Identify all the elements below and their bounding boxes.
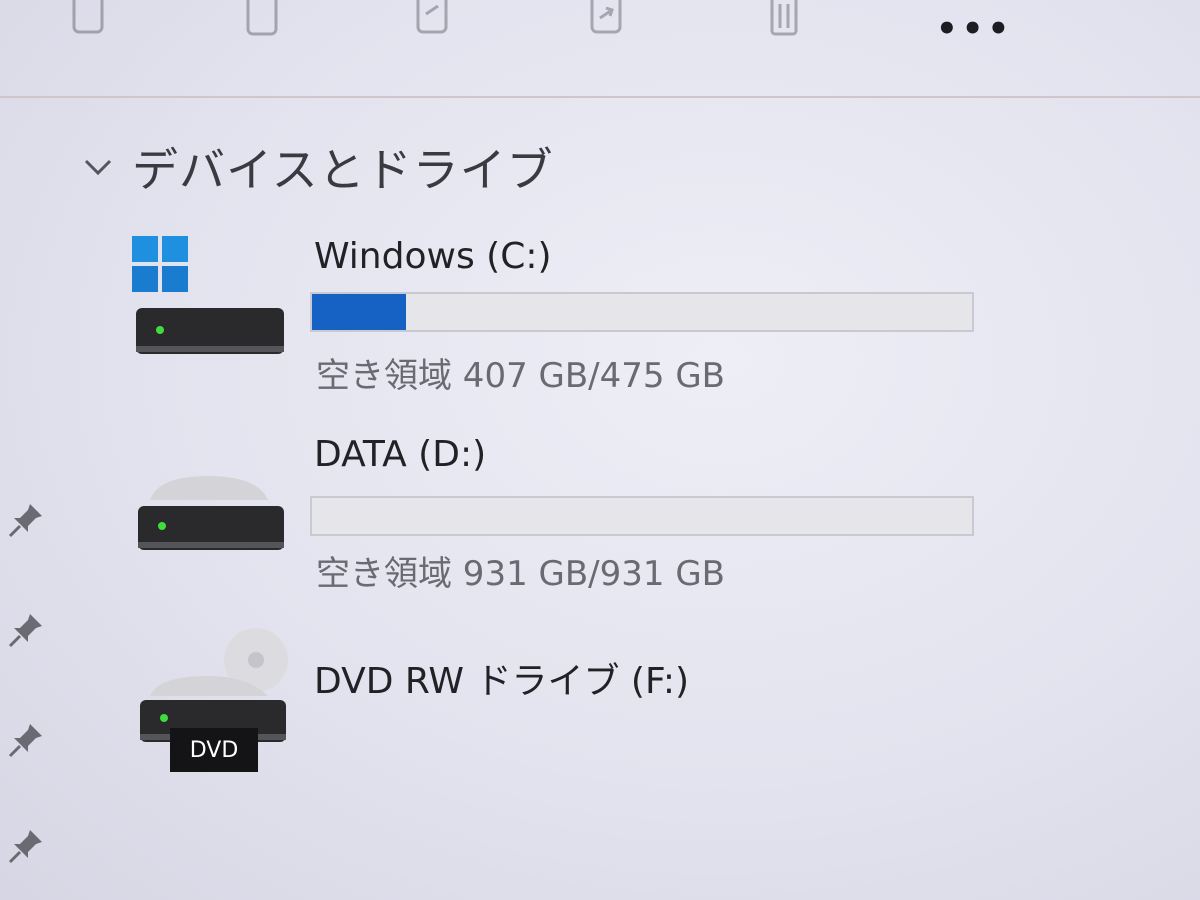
drive-usage-bar (310, 496, 974, 536)
hard-drive-icon (128, 426, 298, 556)
rename-icon[interactable] (414, 0, 450, 38)
command-toolbar: ••• (0, 0, 1200, 98)
drive-name: DVD RW ドライブ (F:) (314, 661, 690, 702)
drive-free-space: 空き領域 407 GB/475 GB (316, 356, 726, 396)
windows-drive-icon (128, 228, 298, 358)
share-icon[interactable] (588, 0, 624, 38)
drive-usage-bar (310, 292, 974, 332)
pin-icon[interactable] (6, 826, 46, 866)
delete-icon[interactable] (766, 0, 802, 38)
pin-icon[interactable] (6, 500, 46, 540)
chevron-down-icon[interactable] (80, 149, 116, 185)
drive-free-space: 空き領域 931 GB/931 GB (316, 554, 726, 594)
drive-name: Windows (C:) (314, 236, 552, 277)
copy-icon[interactable] (244, 0, 280, 38)
drive-name: DATA (D:) (314, 434, 487, 475)
pin-icon[interactable] (6, 720, 46, 760)
dvd-badge: DVD (170, 728, 258, 772)
cut-icon[interactable] (70, 0, 106, 38)
pin-icon[interactable] (6, 610, 46, 650)
devices-and-drives-header[interactable]: デバイスとドライブ (80, 132, 554, 202)
more-options-button[interactable]: ••• (936, 12, 1013, 46)
section-title: デバイスとドライブ (132, 143, 554, 197)
drive-usage-fill (312, 294, 407, 330)
